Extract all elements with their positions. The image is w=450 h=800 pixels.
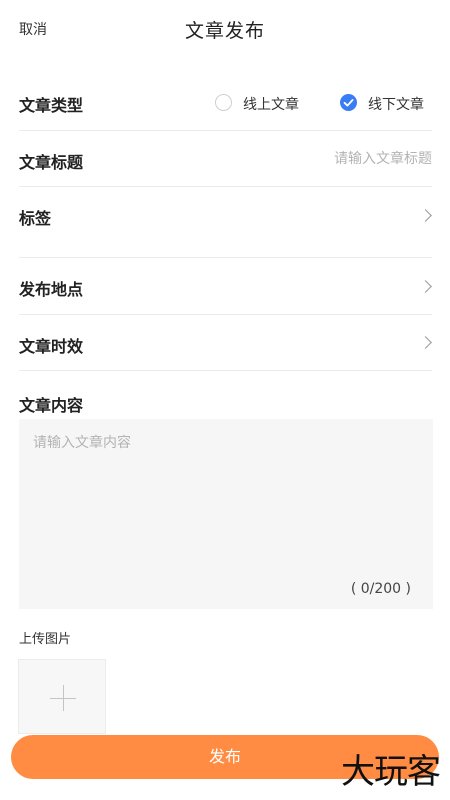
radio-unchecked-icon [215, 94, 232, 111]
location-row[interactable] [19, 262, 432, 312]
radio-online[interactable] [215, 94, 232, 111]
check-icon [340, 94, 357, 111]
plus-icon [63, 685, 64, 711]
divider [19, 257, 432, 258]
article-title-input[interactable]: 请输入文章标题 [334, 148, 432, 168]
char-counter: ( 0/200 ) [350, 581, 411, 597]
divider [19, 186, 432, 187]
radio-offline[interactable] [340, 94, 357, 111]
content-placeholder: 请输入文章内容 [33, 435, 131, 451]
validity-row[interactable] [19, 318, 432, 368]
page-title: 文章发布 [184, 20, 265, 42]
upload-label: 上传图片 [19, 632, 72, 647]
content-textarea[interactable]: 请输入文章内容 ( 0/200 ) [19, 419, 433, 609]
radio-online-label[interactable]: 线上文章 [243, 94, 299, 114]
divider [19, 314, 432, 315]
tags-row[interactable] [19, 190, 432, 240]
divider [19, 370, 432, 371]
upload-image-button[interactable] [18, 659, 106, 734]
article-title-label: 文章标题 [19, 153, 84, 172]
divider [19, 130, 432, 131]
content-label: 文章内容 [19, 396, 84, 415]
radio-offline-label[interactable]: 线下文章 [368, 94, 424, 114]
article-type-label: 文章类型 [19, 96, 84, 115]
watermark-logo: 大玩客 [341, 752, 441, 792]
